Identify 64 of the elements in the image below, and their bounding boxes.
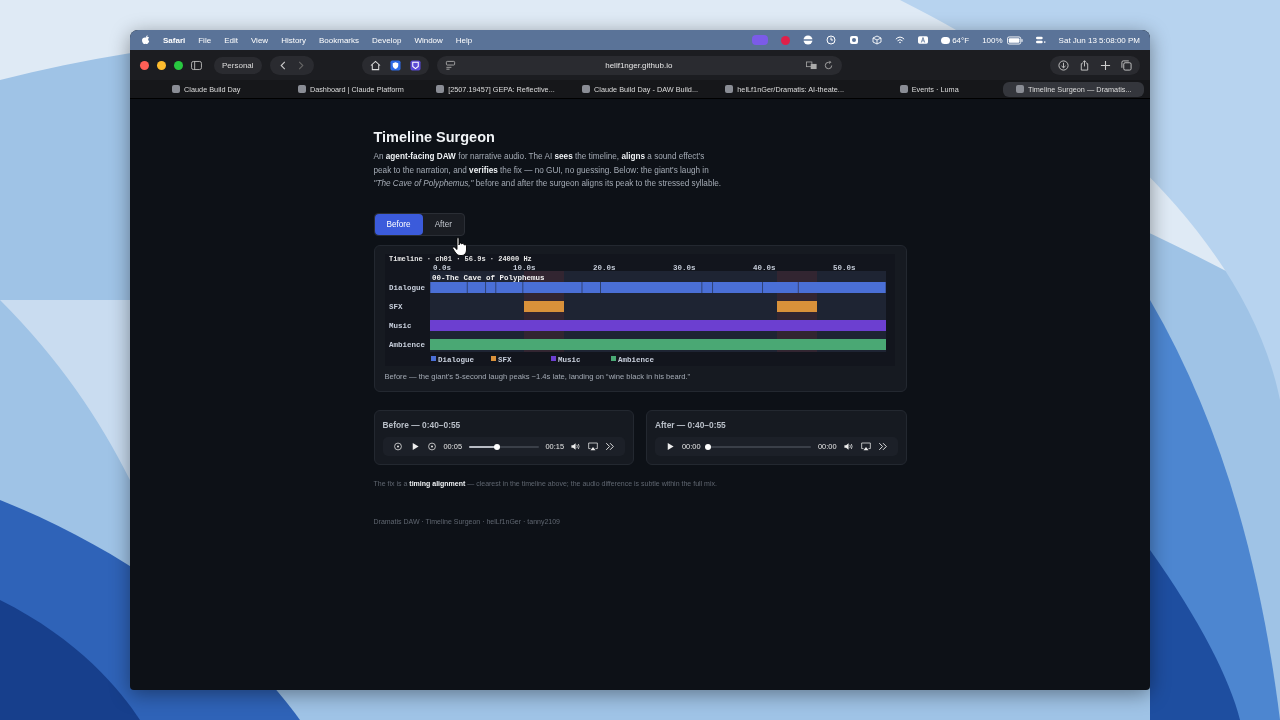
seek-bar[interactable] — [707, 445, 811, 448]
battery-icon[interactable] — [1006, 35, 1023, 45]
sfx-clip — [776, 301, 817, 313]
favicon-icon — [582, 85, 591, 93]
toggle-icon[interactable] — [803, 35, 814, 45]
keyboard-input-icon[interactable] — [918, 35, 929, 45]
weather-reading[interactable]: 64°F — [941, 35, 970, 45]
clock-icon[interactable] — [826, 35, 837, 45]
menu-item[interactable]: Develop — [372, 35, 402, 45]
favicon-icon — [436, 85, 445, 93]
more-options-icon[interactable] — [877, 442, 888, 452]
profile-button[interactable]: Personal — [214, 56, 262, 74]
close-button[interactable] — [140, 60, 149, 70]
volume-icon[interactable] — [843, 442, 854, 452]
page-menu-icon — [444, 59, 456, 71]
airplay-icon[interactable] — [588, 442, 598, 452]
battery-percent[interactable]: 100% — [982, 35, 1003, 45]
download-icon[interactable] — [1058, 59, 1069, 71]
shield-icon[interactable] — [389, 59, 401, 71]
view-tab[interactable]: Before — [374, 214, 423, 236]
menu-item[interactable]: Bookmarks — [319, 35, 360, 45]
extension-icon[interactable] — [409, 59, 421, 71]
back-icon[interactable] — [279, 60, 286, 70]
sidebar-icon[interactable] — [191, 59, 202, 71]
menu-item[interactable]: View — [250, 35, 269, 45]
menu-clock[interactable]: Sat Jun 13 5:08:00 PM — [1058, 35, 1140, 45]
wifi-icon[interactable] — [895, 35, 906, 45]
favicon-icon — [725, 85, 734, 93]
menu-item[interactable]: Window — [414, 35, 443, 45]
share-icon[interactable] — [1079, 59, 1090, 71]
menu-item[interactable]: File — [198, 35, 212, 45]
reload-icon[interactable] — [823, 59, 834, 71]
control-center-icon[interactable] — [1035, 35, 1046, 45]
menu-item[interactable]: Edit — [224, 35, 238, 45]
page-title: Timeline Surgeon — [373, 129, 496, 145]
record-dot-icon[interactable] — [781, 35, 791, 45]
skip-back-icon[interactable] — [392, 442, 403, 452]
tab-overview-icon[interactable] — [1121, 59, 1132, 71]
menu-app-name[interactable]: Safari — [163, 35, 186, 45]
menu-item[interactable]: History — [281, 35, 306, 45]
address-bar[interactable]: hellf1nger.github.io — [436, 55, 842, 75]
favicon-icon — [297, 85, 306, 93]
airplay-icon[interactable] — [860, 442, 871, 452]
hand-cursor-icon — [452, 236, 468, 258]
intro-paragraph: An agent-facing DAW for narrative audio. The AI sees the timeline, aligns a sound effect's peak to the narration, and verifies the fix — no GUI, no guessing. Below: the giant's laugh in "The Cave of Polyphemus," before and after the surgeon aligns its peak to the stressed syllable. — [373, 151, 722, 191]
translate-icon[interactable] — [806, 59, 817, 71]
player-title: Before — 0:40–0:55 — [382, 420, 462, 431]
favicon-icon — [1016, 85, 1024, 93]
more-options-icon[interactable] — [605, 442, 615, 452]
volume-icon[interactable] — [571, 442, 581, 452]
menu-item[interactable]: Help — [455, 35, 473, 45]
app-icon[interactable] — [849, 35, 860, 45]
skip-forward-icon[interactable] — [426, 442, 437, 452]
play-icon[interactable] — [665, 442, 675, 452]
new-tab-icon[interactable] — [1100, 59, 1111, 71]
home-icon[interactable] — [369, 59, 381, 71]
view-tab[interactable]: After — [422, 214, 464, 236]
player-title: After — 0:40–0:55 — [655, 420, 727, 431]
favicon-icon — [172, 85, 181, 93]
minimize-button[interactable] — [157, 60, 166, 70]
zoom-button[interactable] — [174, 60, 183, 70]
favicon-icon — [899, 85, 908, 93]
apple-icon[interactable] — [142, 35, 150, 45]
seek-bar[interactable] — [469, 445, 539, 448]
